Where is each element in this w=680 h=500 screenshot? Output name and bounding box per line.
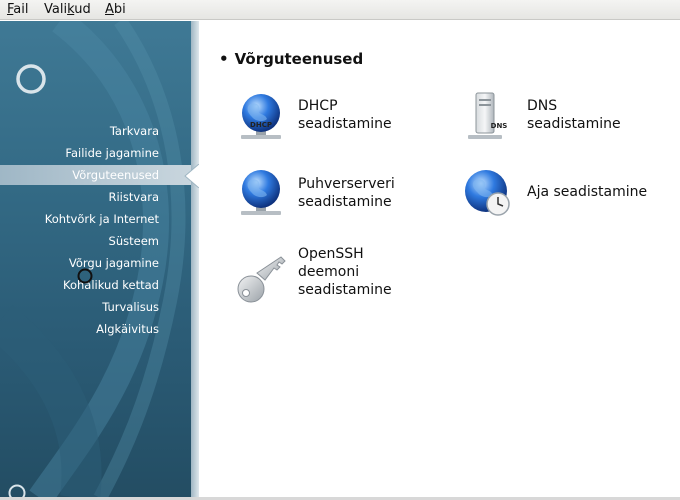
sidebar-item-hardware[interactable]: Riistvara [0,187,191,207]
sidebar-item-software[interactable]: Tarkvara [0,121,191,141]
dns-badge: DNS [491,122,508,130]
tool-proxy[interactable]: Puhverserveri seadistamine [235,167,445,223]
menu-options[interactable]: Valikud [44,2,91,17]
sidebar-item-system[interactable]: Süsteem [0,231,191,251]
sidebar-divider [191,21,199,498]
busy-cursor-icon [77,268,93,284]
sidebar-item-local-disks[interactable]: Kohalikud kettad [0,275,191,295]
tool-proxy-label: Puhverserveri seadistamine [298,176,395,210]
menu-help[interactable]: Abi [105,2,126,17]
tool-dhcp-label: DHCP seadistamine [298,98,392,132]
section-title-text: Võrguteenused [234,50,364,68]
time-globe-icon [465,170,510,216]
dns-server-icon: DNS [468,92,508,139]
proxy-globe-icon [241,170,281,215]
menu-help-label: bi [113,2,126,17]
tool-openssh[interactable]: OpenSSH deemoni seadistamine [235,243,445,319]
sidebar-item-network-services[interactable]: Võrguteenused [0,165,191,185]
active-item-pointer-icon [184,164,199,188]
menu-options-label: ud [74,2,91,17]
bullet-icon: • [219,50,229,68]
menu-options-label-pre: Vali [44,2,68,17]
ring-small-decoration-icon [8,484,26,498]
menubar: Fail Valikud Abi [0,0,680,20]
sidebar-item-security[interactable]: Turvalisus [0,297,191,317]
sidebar-item-network-sharing[interactable]: Võrgu jagamine [0,253,191,273]
section-title: • Võrguteenused [219,50,363,68]
tool-dns[interactable]: DNS DNS seadistamine [462,91,672,147]
dhcp-globe-icon: DHCP [241,94,281,139]
tool-dns-label: DNS seadistamine [527,98,621,132]
menu-file-label: ail [13,2,29,17]
tool-time[interactable]: Aja seadistamine [462,167,677,223]
key-icon [237,256,286,303]
menu-file[interactable]: Fail [7,2,29,17]
dhcp-badge: DHCP [250,121,272,129]
sidebar: Tarkvara Failide jagamine Võrguteenused … [0,21,191,498]
tool-time-label: Aja seadistamine [527,184,648,200]
sidebar-item-file-sharing[interactable]: Failide jagamine [0,143,191,163]
tool-dhcp[interactable]: DHCP DHCP seadistamine [235,91,435,147]
sidebar-item-network-internet[interactable]: Kohtvõrk ja Internet [0,209,191,229]
tool-openssh-label: OpenSSH deemoni seadistamine [298,246,392,298]
sidebar-item-boot[interactable]: Algkäivitus [0,319,191,339]
ring-decoration-icon [16,64,46,94]
menu-help-accel: A [105,2,114,17]
main-panel: • Võrguteenused DHCP DHCP seadistamine D… [199,21,680,498]
